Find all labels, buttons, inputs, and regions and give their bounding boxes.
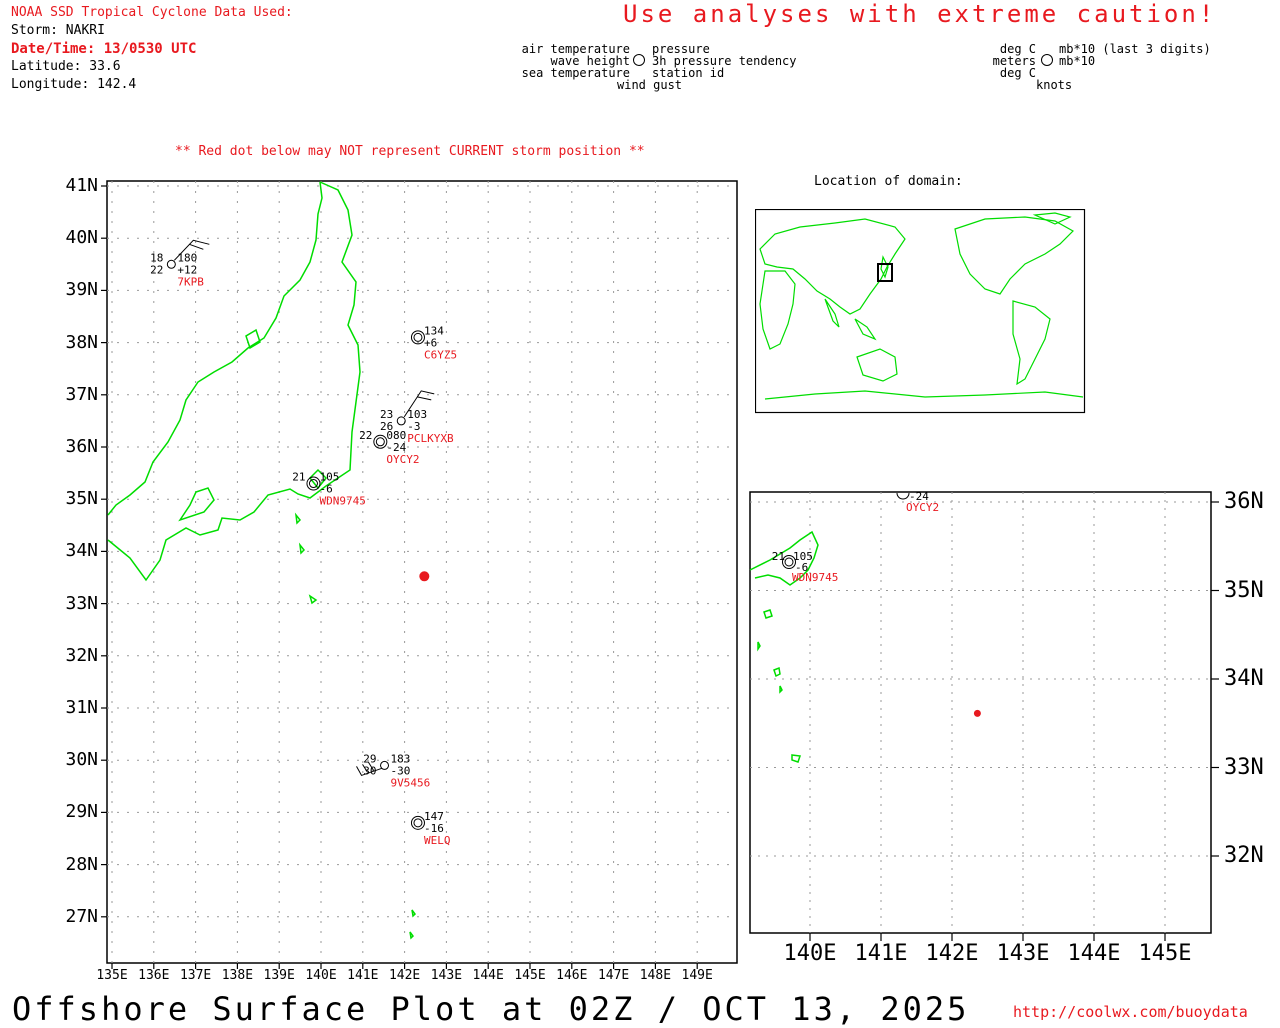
zoom-lat-tick-label: 33N <box>1224 754 1264 780</box>
zoom-lon-tick-label: 143E <box>996 941 1050 966</box>
zoom-map: 21 105-6WDN9745-24OYCY2 <box>749 490 1219 941</box>
zoom-station-plots: 21 105-6WDN9745-24OYCY2 <box>772 490 939 584</box>
zoom-lon-tick-label: 141E <box>854 941 908 966</box>
plot-title: Offshore Surface Plot at 02Z / OCT 13, 2… <box>12 990 970 1028</box>
zoom-lat-tick-label: 32N <box>1224 843 1264 868</box>
zoom-lat-tick-label: 36N <box>1224 489 1264 514</box>
zoom-storm-position-dot <box>973 709 981 717</box>
zoom-lon-tick-label: 142E <box>925 941 979 966</box>
zoom-lon-tick-label: 140E <box>783 941 837 966</box>
station-air-temp: 21 <box>772 550 785 563</box>
zoom-map-grid <box>749 491 1219 941</box>
zoom-lon-tick-label: 145E <box>1138 941 1192 966</box>
station-id: WDN9745 <box>792 571 838 584</box>
zoom-lat-tick-label: 34N <box>1224 666 1264 691</box>
station-id: OYCY2 <box>906 501 939 514</box>
source-url-link[interactable]: http://coolwx.com/buoydata <box>1013 1003 1248 1021</box>
zoom-lon-tick-label: 144E <box>1067 941 1121 966</box>
zoom-lat-tick-label: 35N <box>1224 577 1264 603</box>
